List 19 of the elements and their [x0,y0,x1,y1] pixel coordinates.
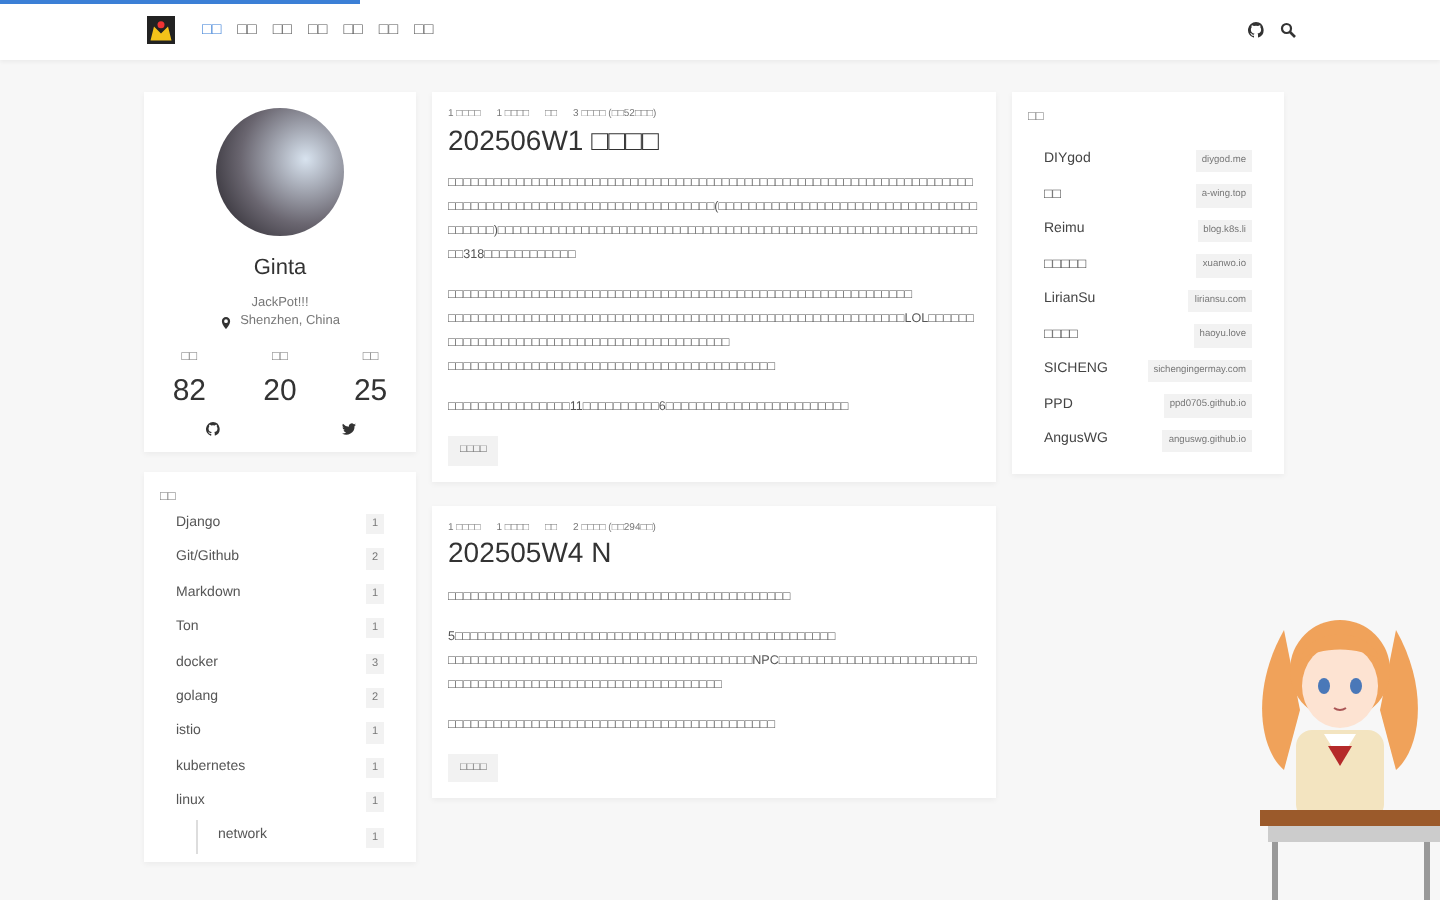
stat-value: 82 [172,375,206,406]
nav-link[interactable]: □□ [229,18,265,42]
logo-icon [144,16,178,44]
nav-link[interactable]: □□ [264,18,301,42]
nav-link[interactable]: □□ [406,18,442,42]
github-icon[interactable] [1248,22,1264,38]
stat-value: 20 [263,375,297,406]
search-icon[interactable] [1280,22,1296,38]
post-title[interactable]: 202506W1 □□□□ [448,123,980,157]
nav-link[interactable]: □□ [335,18,371,42]
nav-link[interactable]: □□ [370,18,407,42]
stat-value: 25 [353,375,388,406]
profile-name: Ginta [253,254,307,284]
nav-link[interactable]: □□ [300,18,336,42]
github-icon[interactable] [205,421,219,436]
post-title[interactable]: 202505W4 N [448,536,980,570]
nav-link[interactable]: □□ [194,18,230,42]
bird-icon[interactable] [341,421,355,436]
map-pin-icon [220,315,233,330]
